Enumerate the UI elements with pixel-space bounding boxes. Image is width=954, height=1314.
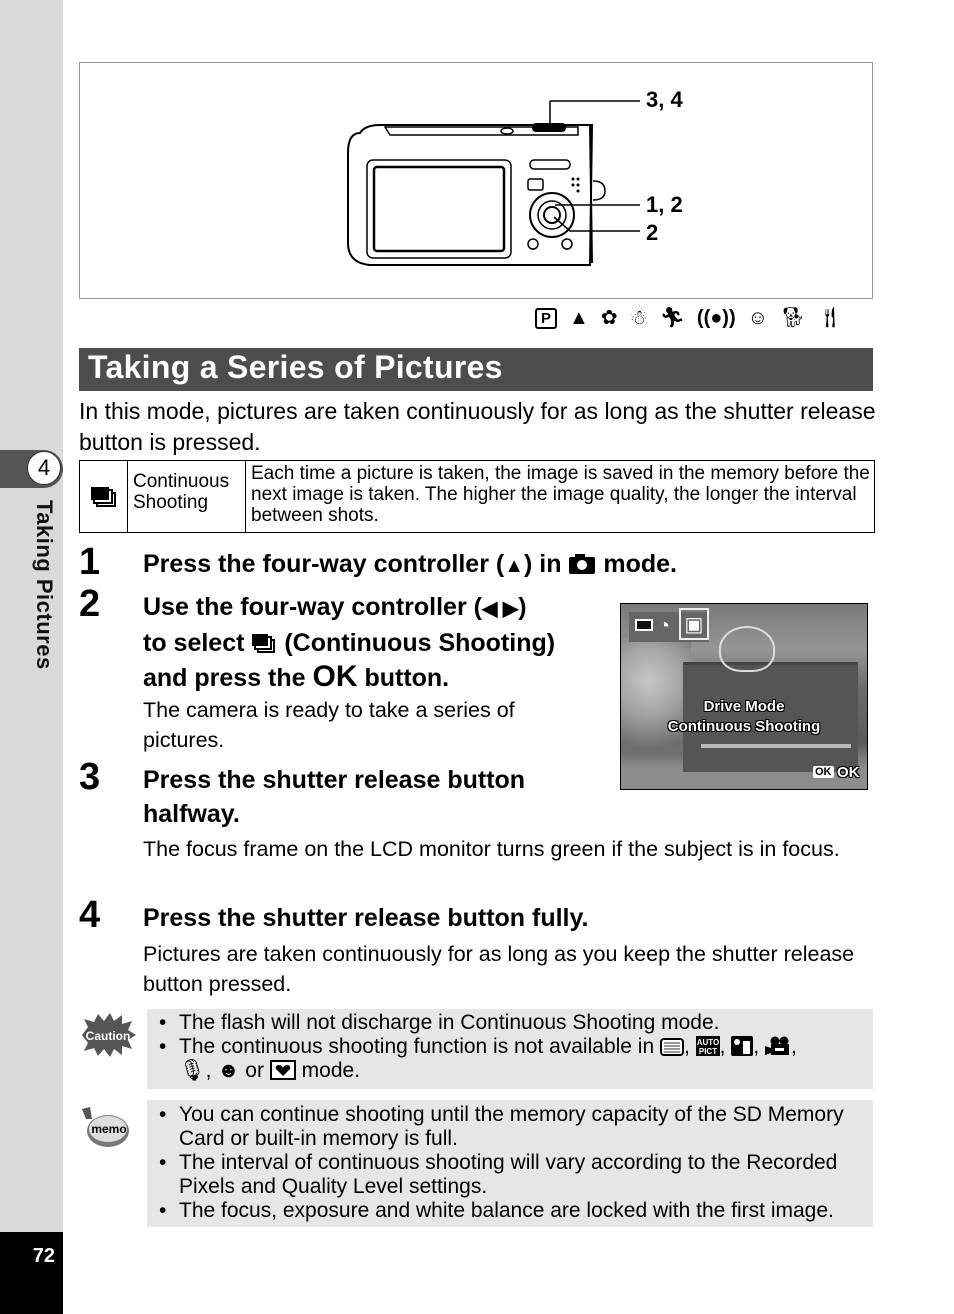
portrait-icon: ☻	[217, 1059, 240, 1082]
snow-icon: ☃	[629, 307, 648, 329]
program-icon: P	[535, 307, 558, 329]
caution-icon: Caution	[82, 1013, 136, 1057]
digital-sr-icon: ((●))	[696, 307, 736, 329]
svg-text:PICT: PICT	[699, 1047, 717, 1056]
caution-item: The continuous shooting function is not …	[157, 1035, 873, 1083]
section-intro: In this mode, pictures are taken continu…	[79, 398, 876, 455]
mode-name-line2: Shooting	[133, 492, 209, 513]
lcd-ok-label: OK	[837, 764, 860, 781]
chapter-number: 4	[27, 451, 61, 485]
page-number: 72	[32, 1245, 55, 1267]
continuous-shooting-icon-selected: ▣	[679, 608, 709, 640]
continuous-shooting-icon	[80, 461, 128, 532]
step-2-title: Use the four-way controller (◀ ▶) to sel…	[143, 593, 556, 693]
self-timer-icon: ◔	[658, 615, 671, 637]
up-arrow-icon: ▲	[504, 555, 524, 577]
camera-figure: 3, 4 1, 2 2	[79, 62, 873, 299]
flower-icon: ✿	[600, 307, 618, 329]
caution-item: The flash will not discharge in Continuo…	[157, 1011, 873, 1035]
memo-item: The focus, exposure and white balance ar…	[157, 1199, 873, 1223]
food-icon: 🍴︎	[817, 307, 843, 329]
sport-icon: 🏃︎	[659, 307, 685, 329]
lcd-menu-title: Drive Mode	[703, 698, 785, 715]
frame-icon	[269, 1060, 296, 1080]
step-3-number: 3	[79, 756, 101, 798]
lcd-ok-badge: OK	[813, 766, 834, 778]
night-scene-icon	[731, 1036, 754, 1056]
auto-picture-icon: AUTOPICT	[695, 1036, 720, 1056]
step-4-body: Pictures are taken continuously for as l…	[143, 942, 855, 996]
movie-icon	[765, 1036, 790, 1055]
svg-text:AUTO: AUTO	[696, 1038, 719, 1047]
step-3-body: The focus frame on the LCD monitor turns…	[143, 837, 840, 861]
chapter-title: Taking Pictures	[32, 500, 57, 670]
single-frame-icon	[635, 619, 653, 631]
kids-icon: ☺	[747, 307, 769, 329]
frame-composite-icon	[660, 1038, 684, 1056]
step-1-number: 1	[79, 541, 101, 583]
voice-recording-icon: 🎙︎	[179, 1059, 206, 1082]
left-right-arrows-icon: ◀ ▶	[481, 598, 519, 620]
continuous-shooting-icon	[252, 634, 276, 653]
mode-name: Continuous Shooting	[128, 461, 246, 532]
step-2-number: 2	[79, 583, 101, 625]
svg-text:Caution: Caution	[86, 1029, 131, 1043]
step-4-title: Press the shutter release button fully.	[143, 904, 589, 932]
callout-four-way-up: 1, 2	[646, 192, 683, 217]
lcd-screen-image: ◔ ▣ Drive Mode Continuous Shooting OK OK	[620, 603, 868, 790]
callout-ok-button: 2	[646, 220, 659, 245]
camera-mode-icon	[569, 554, 596, 574]
ok-button-label: OK	[312, 660, 358, 693]
svg-text:memo: memo	[91, 1122, 126, 1136]
landscape-icon: ▲	[569, 307, 589, 329]
step-4-number: 4	[79, 894, 101, 936]
caution-box: The flash will not discharge in Continuo…	[147, 1009, 873, 1089]
lcd-selected-option: Continuous Shooting	[667, 718, 821, 735]
mode-description-table: Continuous Shooting Each time a picture …	[79, 460, 875, 533]
step-1-title: Press the four-way controller (▲) in mod…	[143, 550, 678, 578]
pet-icon: 🐕︎	[780, 307, 806, 329]
memo-icon: memo	[82, 1107, 129, 1147]
mode-name-line1: Continuous	[133, 471, 230, 492]
callout-shutter: 3, 4	[646, 87, 683, 112]
step-2-body: The camera is ready to take a series of …	[143, 698, 515, 752]
memo-box: You can continue shooting until the memo…	[147, 1100, 873, 1227]
applicable-modes: P ▲ ✿ ☃ 🏃︎ ((●)) ☺ 🐕︎ 🍴︎	[535, 306, 843, 330]
camera-back-illustration	[347, 100, 640, 266]
section-title: Taking a Series of Pictures	[88, 349, 503, 385]
step-3-title: Press the shutter release button halfway…	[143, 766, 526, 828]
memo-item: You can continue shooting until the memo…	[157, 1103, 873, 1151]
mode-description: Each time a picture is taken, the image …	[251, 463, 870, 526]
memo-item: The interval of continuous shooting will…	[157, 1151, 873, 1199]
